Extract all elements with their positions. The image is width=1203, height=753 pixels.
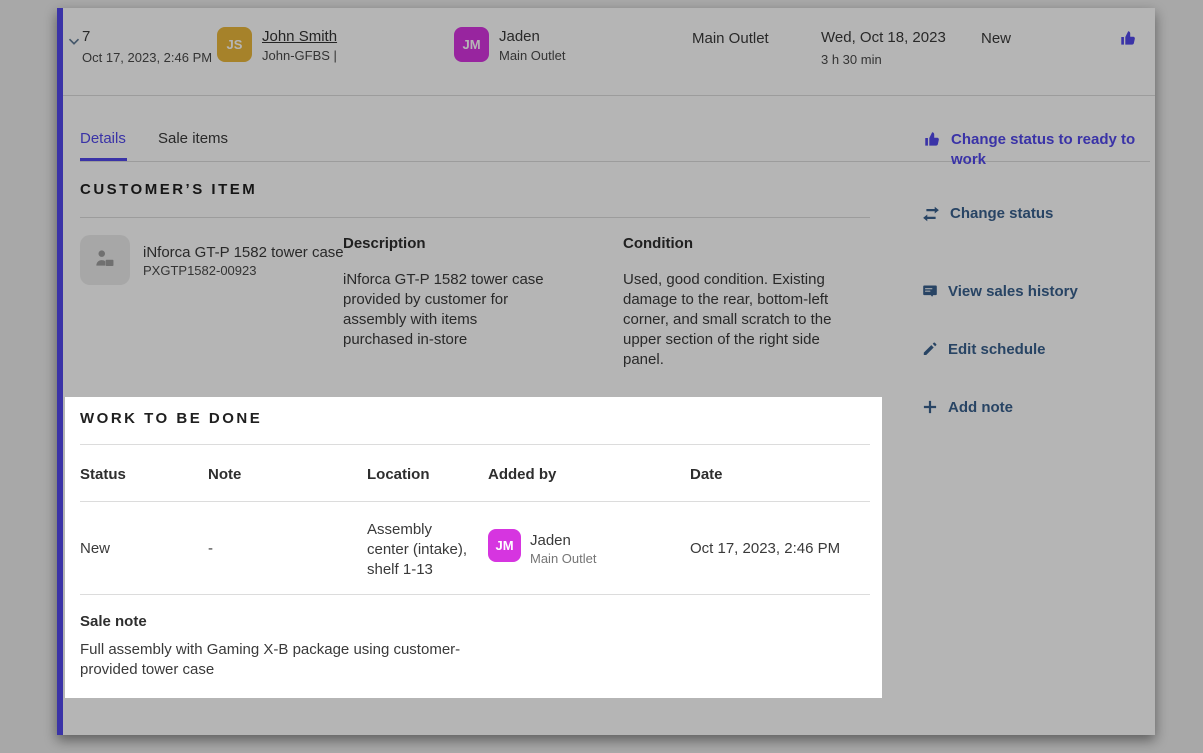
action-label: View sales history — [948, 282, 1078, 302]
header-divider — [57, 95, 1155, 96]
assignee-avatar-initials: JM — [462, 37, 480, 52]
tab-details[interactable]: Details — [80, 130, 126, 147]
person-with-box-icon — [92, 245, 118, 276]
work-section-title: WORK TO BE DONE — [80, 410, 262, 427]
assignee-avatar: JM — [454, 27, 489, 62]
customer-name-link[interactable]: John Smith — [262, 28, 337, 46]
row-avatar-initials: JM — [495, 538, 513, 553]
row-location: Assembly center (intake), shelf 1-13 — [367, 520, 471, 580]
action-view-sales-history[interactable]: View sales history — [922, 282, 1078, 304]
customer-subtitle: John-GFBS | — [262, 48, 337, 64]
due-date: Wed, Oct 18, 2023 — [821, 29, 946, 47]
outlet-name: Main Outlet — [692, 30, 769, 48]
row-status: New — [80, 540, 110, 558]
condition-text: Used, good condition. Existing damage to… — [623, 270, 845, 370]
action-label: Add note — [948, 398, 1013, 418]
action-change-status[interactable]: Change status — [922, 204, 1053, 228]
item-image-placeholder — [80, 235, 130, 285]
section-divider — [80, 217, 870, 218]
work-section-divider — [80, 444, 870, 445]
condition-label: Condition — [623, 235, 693, 252]
thumbs-up-icon[interactable] — [1120, 30, 1137, 52]
sale-note-label: Sale note — [80, 613, 147, 630]
action-label: Change status — [950, 204, 1053, 224]
column-header-note: Note — [208, 466, 241, 483]
column-header-location: Location — [367, 466, 430, 483]
row-added-by-subtitle: Main Outlet — [530, 551, 596, 567]
customer-avatar-initials: JS — [227, 37, 243, 52]
assignee-name: Jaden — [499, 28, 540, 46]
sale-detail-panel — [57, 8, 1155, 735]
item-sku: PXGTP1582-00923 — [143, 263, 256, 279]
description-label: Description — [343, 235, 426, 252]
row-note: - — [208, 540, 213, 558]
description-text: iNforca GT-P 1582 tower case provided by… — [343, 270, 550, 350]
action-label: Edit schedule — [948, 340, 1046, 360]
action-change-status-ready[interactable]: Change status to ready to work — [924, 130, 1150, 170]
table-header-divider — [80, 501, 870, 502]
plus-icon — [922, 399, 938, 420]
duration: 3 h 30 min — [821, 52, 882, 68]
pencil-icon — [922, 341, 938, 362]
page: 7 Oct 17, 2023, 2:46 PM JS John Smith Jo… — [0, 0, 1203, 753]
thumbs-up-icon — [924, 131, 941, 153]
row-added-by-avatar: JM — [488, 529, 521, 562]
assignee-subtitle: Main Outlet — [499, 48, 565, 64]
column-header-status: Status — [80, 466, 126, 483]
sale-id: 7 — [82, 28, 90, 46]
row-date: Oct 17, 2023, 2:46 PM — [690, 540, 840, 558]
item-name: iNforca GT-P 1582 tower case — [143, 244, 344, 262]
action-edit-schedule[interactable]: Edit schedule — [922, 340, 1046, 362]
customer-avatar: JS — [217, 27, 252, 62]
row-divider — [80, 594, 870, 595]
sale-created-at: Oct 17, 2023, 2:46 PM — [82, 50, 212, 66]
row-added-by-name: Jaden — [530, 532, 571, 550]
swap-icon — [922, 205, 940, 228]
customer-item-section-title: CUSTOMER’S ITEM — [80, 181, 257, 198]
column-header-date: Date — [690, 466, 723, 483]
sale-note-text: Full assembly with Gaming X-B package us… — [80, 640, 472, 680]
tab-sale-items[interactable]: Sale items — [158, 130, 228, 147]
action-add-note[interactable]: Add note — [922, 398, 1013, 420]
status-badge: New — [981, 30, 1011, 48]
accent-line — [57, 8, 63, 735]
collapse-chevron-icon[interactable] — [68, 33, 80, 51]
action-label: Change status to ready to work — [951, 130, 1146, 170]
column-header-added-by: Added by — [488, 466, 556, 483]
history-icon — [922, 283, 938, 304]
